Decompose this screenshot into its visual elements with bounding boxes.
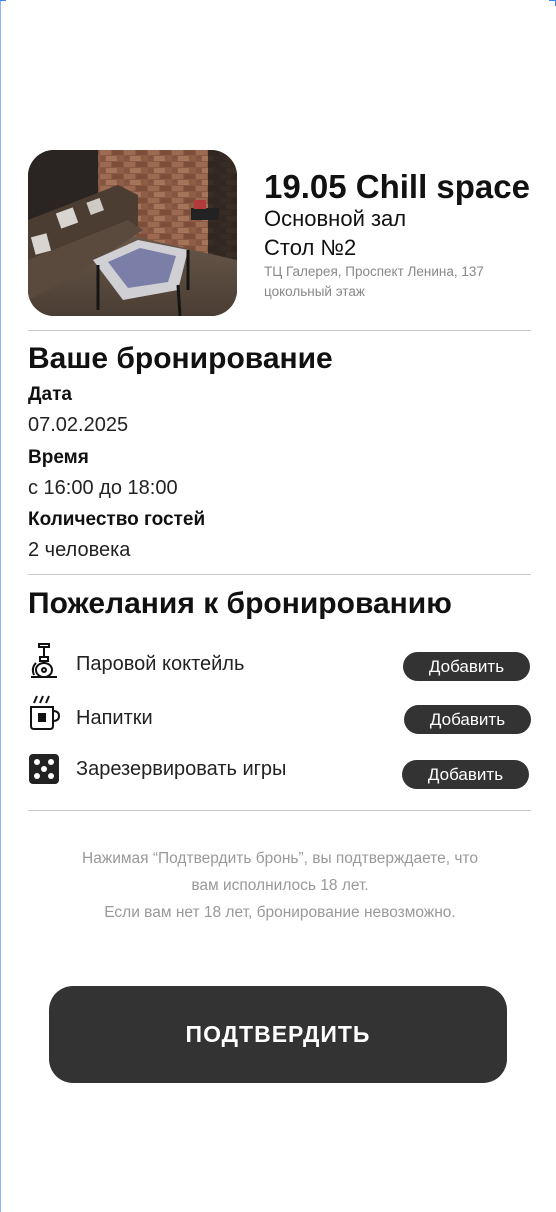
age-notice-line3: Если вам нет 18 лет, бронирование невозм… bbox=[104, 904, 456, 921]
time-value: с 16:00 до 18:00 bbox=[28, 477, 178, 499]
time-label: Время bbox=[28, 447, 89, 468]
age-notice-line1: Нажимая “Подтвердить бронь”, вы подтверж… bbox=[82, 850, 478, 867]
venue-title: 19.05 Chill space bbox=[264, 168, 530, 205]
venue-table: Стол №2 bbox=[264, 235, 357, 260]
add-drinks-button[interactable]: Добавить bbox=[404, 705, 531, 734]
venue-address-line2: цокольный этаж bbox=[264, 284, 365, 299]
wish-item-label-drinks: Напитки bbox=[76, 707, 153, 729]
add-games-button[interactable]: Добавить bbox=[402, 760, 529, 789]
venue-photo bbox=[28, 150, 237, 316]
guests-value: 2 человека bbox=[28, 539, 131, 561]
confirm-button[interactable]: ПОДТВЕРДИТЬ bbox=[49, 986, 507, 1083]
add-steam-cocktail-button[interactable]: Добавить bbox=[403, 652, 530, 681]
frame-corner-left bbox=[0, 0, 1, 1212]
divider-top bbox=[28, 330, 531, 331]
date-label: Дата bbox=[28, 384, 72, 405]
divider-bottom bbox=[28, 810, 531, 811]
booking-heading: Ваше бронирование bbox=[28, 342, 333, 375]
venue-hall: Основной зал bbox=[264, 206, 407, 231]
age-notice: Нажимая “Подтвердить бронь”, вы подтверж… bbox=[40, 845, 520, 926]
frame-corner-top-left bbox=[0, 0, 6, 1]
hot-drink-icon bbox=[28, 694, 61, 730]
dice-icon bbox=[28, 753, 60, 787]
venue-address: ТЦ Галерея, Проспект Ленина, 137 цокольн… bbox=[264, 262, 524, 302]
date-value: 07.02.2025 bbox=[28, 414, 129, 436]
divider-middle bbox=[28, 574, 531, 575]
hookah-icon bbox=[28, 643, 60, 678]
wish-item-label-reserve-games: Зарезервировать игры bbox=[76, 758, 287, 780]
wishes-heading: Пожелания к бронированию bbox=[28, 587, 452, 620]
guests-label: Количество гостей bbox=[28, 509, 206, 530]
age-notice-line2: вам исполнилось 18 лет. bbox=[191, 877, 369, 894]
venue-address-line1: ТЦ Галерея, Проспект Ленина, 137 bbox=[264, 264, 484, 279]
wish-item-label-steam-cocktail: Паровой коктейль bbox=[76, 653, 245, 675]
